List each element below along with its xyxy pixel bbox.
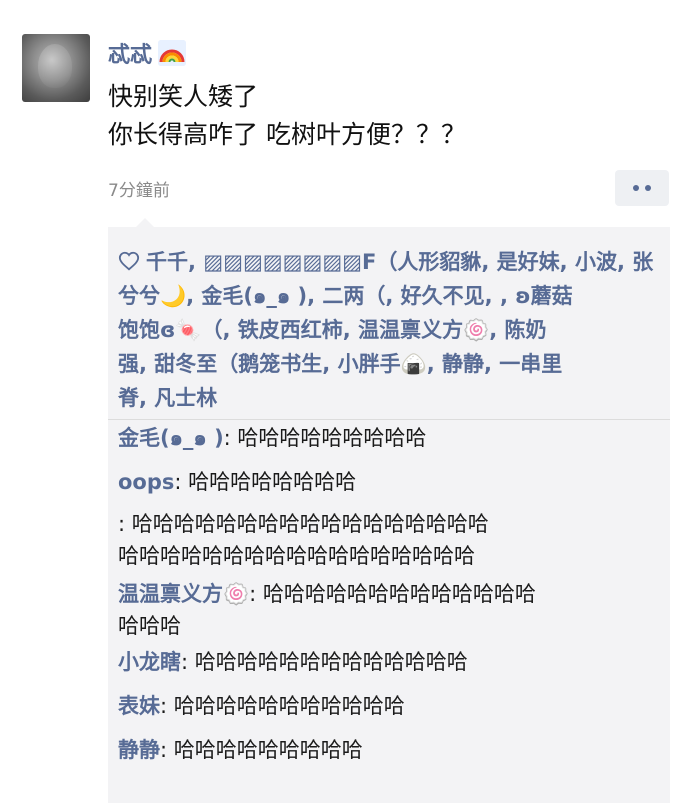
- author-name[interactable]: 忒忒: [108, 37, 152, 69]
- comment-author[interactable]: 小龙瞎: [118, 650, 181, 674]
- comment-text: : 哈哈哈哈哈哈哈哈哈: [223, 426, 427, 450]
- comment-item[interactable]: 静静: 哈哈哈哈哈哈哈哈哈: [118, 734, 363, 766]
- post-text-line: 你长得高咋了 吃树叶方便？？？: [108, 120, 466, 149]
- more-button[interactable]: [615, 170, 669, 206]
- comment-text: 哈哈哈: [118, 614, 181, 638]
- avatar-figure: [38, 44, 72, 88]
- likes-line[interactable]: 强, 甜冬至（鹅笼书生, 小胖手🍙, 静静, 一串里: [118, 347, 656, 381]
- post-text: 快别笑人矮了 你长得高咋了 吃树叶方便？？？: [108, 78, 466, 154]
- comment-author[interactable]: 温温禀义方🍥: [118, 582, 249, 606]
- comment-text: 哈哈哈哈哈哈哈哈哈哈哈哈哈哈哈哈哈: [118, 544, 475, 568]
- heart-icon: [118, 251, 140, 271]
- comment-text: : 哈哈哈哈哈哈哈哈哈哈哈: [160, 694, 405, 718]
- moment-post: 忒忒 快别笑人矮了 你长得高咋了 吃树叶方便？？？ 7分鐘前 千千, ▨▨▨▨▨…: [0, 0, 690, 810]
- more-dots-icon: [645, 185, 651, 191]
- divider: [108, 419, 670, 420]
- comment-item[interactable]: 小龙瞎: 哈哈哈哈哈哈哈哈哈哈哈哈哈: [118, 646, 468, 678]
- comment-author[interactable]: 表妹: [118, 694, 160, 718]
- comment-text: : 哈哈哈哈哈哈哈哈哈哈哈哈哈: [181, 650, 468, 674]
- comment-text: : 哈哈哈哈哈哈哈哈哈: [160, 738, 363, 762]
- box-arrow: [136, 218, 154, 227]
- interaction-box: 千千, ▨▨▨▨▨▨▨▨F（人形貂貅, 是好妹, 小波, 张 兮兮🌙, 金毛(๑…: [108, 218, 670, 803]
- likes-line[interactable]: 饱饱ɞ🍬（, 铁皮西红柿, 温温禀义方🍥, 陈奶: [118, 313, 656, 347]
- rainbow-icon: [158, 40, 187, 66]
- comment-author[interactable]: oops: [118, 470, 174, 494]
- likes-line[interactable]: 脊, 凡士林: [118, 381, 656, 415]
- comment-item[interactable]: : 哈哈哈哈哈哈哈哈哈哈哈哈哈哈哈哈哈 哈哈哈哈哈哈哈哈哈哈哈哈哈哈哈哈哈: [118, 508, 489, 572]
- comment-text: : 哈哈哈哈哈哈哈哈哈哈哈哈哈: [249, 582, 536, 606]
- post-text-line: 快别笑人矮了: [108, 82, 259, 111]
- comment-item[interactable]: 表妹: 哈哈哈哈哈哈哈哈哈哈哈: [118, 690, 405, 722]
- comment-author[interactable]: 金毛(๑_๑ ): [118, 426, 224, 450]
- likes-line[interactable]: 兮兮🌙, 金毛(๑_๑ ), 二两（, 好久不见, , ʚ蘑菇: [118, 279, 656, 313]
- more-dots-icon: [633, 185, 639, 191]
- comment-item[interactable]: 温温禀义方🍥: 哈哈哈哈哈哈哈哈哈哈哈哈哈 哈哈哈: [118, 578, 536, 642]
- timestamp: 7分鐘前: [108, 181, 170, 201]
- comment-item[interactable]: oops: 哈哈哈哈哈哈哈哈: [118, 466, 356, 498]
- comment-text: : 哈哈哈哈哈哈哈哈: [174, 470, 357, 494]
- author-row: 忒忒: [108, 36, 187, 70]
- avatar[interactable]: [22, 34, 90, 102]
- likes-text[interactable]: 千千, ▨▨▨▨▨▨▨▨F（人形貂貅, 是好妹, 小波, 张: [146, 250, 653, 274]
- likes-line: 千千, ▨▨▨▨▨▨▨▨F（人形貂貅, 是好妹, 小波, 张: [118, 245, 656, 279]
- comment-text: : 哈哈哈哈哈哈哈哈哈哈哈哈哈哈哈哈哈: [118, 512, 489, 536]
- comment-item[interactable]: 金毛(๑_๑ ): 哈哈哈哈哈哈哈哈哈: [118, 422, 426, 454]
- comment-author[interactable]: 静静: [118, 738, 160, 762]
- likes-section: 千千, ▨▨▨▨▨▨▨▨F（人形貂貅, 是好妹, 小波, 张 兮兮🌙, 金毛(๑…: [108, 227, 670, 419]
